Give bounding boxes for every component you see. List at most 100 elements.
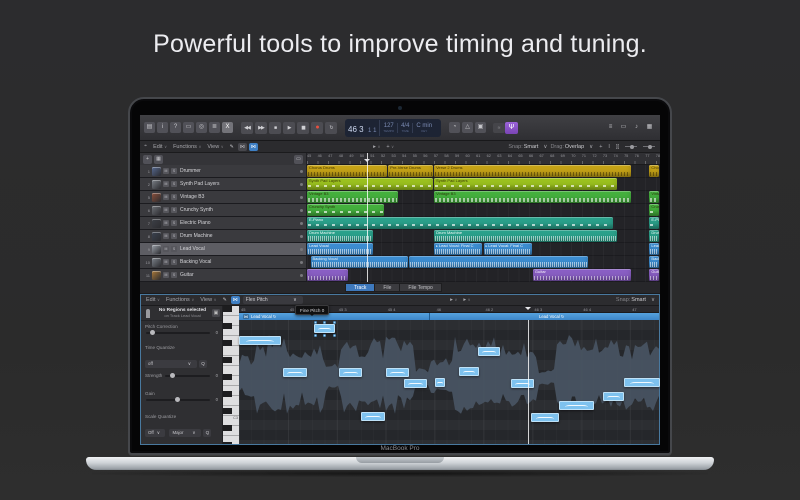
region[interactable]: Synth Pad Layers xyxy=(307,178,433,190)
flex-note[interactable] xyxy=(339,368,362,377)
cycle-button[interactable]: ↻ xyxy=(325,122,337,134)
flex-note[interactable] xyxy=(559,401,594,410)
track-lane[interactable]: Lead Vocal▸Lead Vocal: Final C▸Lead Voca… xyxy=(307,243,660,256)
pause-button[interactable]: ▮▮ xyxy=(297,122,309,134)
flex-note[interactable] xyxy=(531,413,559,422)
left-click-tool-menu[interactable]: ▸ ∨ xyxy=(373,144,380,150)
tool-icon[interactable]: ⌖ xyxy=(144,143,147,150)
region[interactable]: Lead Vocal xyxy=(649,243,659,255)
browser-icon[interactable]: ▣ xyxy=(212,309,220,317)
flex-mode-menu[interactable]: Flex Pitch∨ xyxy=(243,296,303,304)
scale-type-menu[interactable]: Major∨ xyxy=(169,429,201,437)
time-quantize-q-button[interactable]: Q xyxy=(199,360,207,368)
replace-button[interactable]: ▣ xyxy=(475,122,486,133)
solo-button[interactable]: ≋ xyxy=(493,123,505,133)
tool-icon-2[interactable]: ][ xyxy=(616,144,619,150)
flex-note[interactable] xyxy=(478,347,500,356)
record-button[interactable]: ● xyxy=(311,122,323,134)
gain-slider[interactable]: 0 xyxy=(146,399,210,401)
track-lane[interactable]: E-PianoE-Piano xyxy=(307,217,660,230)
solo-button[interactable]: S xyxy=(171,272,177,278)
track-header-synth-pad-layers[interactable]: 2MSSynth Pad Layers xyxy=(140,178,307,190)
flex-note[interactable] xyxy=(511,379,534,388)
lcd-display[interactable]: 46 3 1 1 127 TEMPO 4/4 TIME C min KEY xyxy=(345,119,441,137)
toolbar-icon[interactable]: ▭ xyxy=(183,122,194,133)
snap-menu[interactable]: Smart xyxy=(631,297,646,303)
track-stack-icon[interactable]: ▦ xyxy=(154,155,163,164)
rewind-button[interactable]: ◀◀ xyxy=(241,122,253,134)
region[interactable]: Backing Vocal xyxy=(649,256,659,268)
stop-button[interactable]: ■ xyxy=(269,122,281,134)
bar-ruler[interactable]: + ▦ ▭ 4546474849505152535455565758596061… xyxy=(140,153,660,165)
media-browser-icon[interactable]: ▦ xyxy=(644,122,655,133)
add-track-button[interactable]: + xyxy=(143,155,152,164)
track-lane[interactable]: Crunchy SynthCrunchy Syn xyxy=(307,204,660,217)
command-click-tool-menu[interactable]: ▸ ∨ xyxy=(463,297,470,303)
editor-playhead[interactable] xyxy=(528,320,529,444)
mute-button[interactable]: M xyxy=(163,246,169,252)
note-pads-icon[interactable]: ▭ xyxy=(618,122,629,133)
solo-button[interactable]: S xyxy=(171,207,177,213)
piano-keybed[interactable]: C3 xyxy=(223,306,239,444)
tab-file-tempo[interactable]: File Tempo xyxy=(399,283,441,292)
track-header-vintage-b3[interactable]: 5MSVintage B3 xyxy=(140,191,307,203)
solo-button[interactable]: S xyxy=(171,181,177,187)
flex-pitch-notes-area[interactable] xyxy=(239,320,659,444)
forward-button[interactable]: ▶▶ xyxy=(255,122,267,134)
region[interactable]: Drum Machine xyxy=(434,230,617,242)
editor-functions-menu[interactable]: Functions ∨ xyxy=(166,297,194,303)
region[interactable]: Guitar xyxy=(533,269,631,281)
flex-note[interactable] xyxy=(404,379,427,388)
track-lane[interactable]: Drum Machine Drum Machine Drum Machine xyxy=(307,230,660,243)
region[interactable]: Lead Vocal xyxy=(307,243,373,255)
note-handle[interactable] xyxy=(333,321,336,324)
track-header-guitar[interactable]: 11MSGuitar xyxy=(140,269,307,281)
note-handle[interactable] xyxy=(323,334,326,337)
flex-note[interactable] xyxy=(624,378,660,387)
scale-root-menu[interactable]: Off∨ xyxy=(145,429,165,437)
arrange-functions-menu[interactable]: Functions ∨ xyxy=(173,144,201,150)
region[interactable]: E-Piano xyxy=(649,217,659,229)
solo-button[interactable]: S xyxy=(171,194,177,200)
track-lane[interactable]: Chorus DrumsPre-Verse DrumsVerse 2 Drums… xyxy=(307,165,660,178)
flex-note[interactable] xyxy=(435,378,445,387)
flex-note-selected[interactable] xyxy=(314,324,335,333)
note-handle[interactable] xyxy=(314,334,317,337)
quick-help-icon[interactable]: ? xyxy=(170,122,181,133)
tuner-button[interactable]: Ψ xyxy=(505,122,518,134)
region[interactable]: Vintage B3 xyxy=(649,191,659,203)
region[interactable]: Pre-Verse Drums xyxy=(388,165,433,177)
flex-enable-button[interactable]: ⋈ xyxy=(249,143,258,151)
region[interactable] xyxy=(307,269,348,281)
flex-enable-button[interactable]: ⋈ xyxy=(231,296,240,304)
mute-button[interactable]: M xyxy=(163,207,169,213)
command-click-tool-menu[interactable]: + ∨ xyxy=(386,144,394,150)
region[interactable]: Drum Machine xyxy=(307,230,373,242)
flex-chip[interactable]: ⋈ xyxy=(238,143,247,151)
editors-icon[interactable]: X xyxy=(222,122,233,133)
drag-menu[interactable]: Overlap xyxy=(565,144,584,150)
solo-button[interactable]: S xyxy=(171,168,177,174)
flex-note[interactable] xyxy=(603,392,624,401)
mute-button[interactable]: M xyxy=(163,194,169,200)
mute-button[interactable]: M xyxy=(163,272,169,278)
tool-icon-0[interactable]: + xyxy=(599,144,602,150)
track-lane[interactable]: Guitar Guitar xyxy=(307,269,660,282)
track-lane[interactable]: Synth Pad LayersSynth Pad Layers xyxy=(307,178,660,191)
track-lane[interactable]: Backing VocalBacking Vocal xyxy=(307,256,660,269)
region[interactable]: Drum Machine xyxy=(649,230,659,242)
horizontal-zoom-slider[interactable] xyxy=(625,146,637,147)
region[interactable]: Guitar xyxy=(649,269,659,281)
region[interactable]: Crunchy Syn xyxy=(649,204,659,216)
track-header-drummer[interactable]: 1MSDrummer xyxy=(140,165,307,177)
solo-button[interactable]: S xyxy=(171,233,177,239)
note-handle[interactable] xyxy=(323,321,326,324)
list-editors-icon[interactable]: ≡ xyxy=(605,122,616,133)
time-quantize-menu[interactable]: off∨ xyxy=(145,360,197,368)
tab-track[interactable]: Track xyxy=(345,283,374,292)
loop-browser-icon[interactable]: ♪ xyxy=(631,122,642,133)
arrange-edit-menu[interactable]: Edit ∨ xyxy=(153,144,167,150)
region[interactable]: Vintage B3 xyxy=(307,191,398,203)
library-icon[interactable]: ▤ xyxy=(144,122,155,133)
region[interactable]: Synth Pad Layers xyxy=(434,178,617,190)
